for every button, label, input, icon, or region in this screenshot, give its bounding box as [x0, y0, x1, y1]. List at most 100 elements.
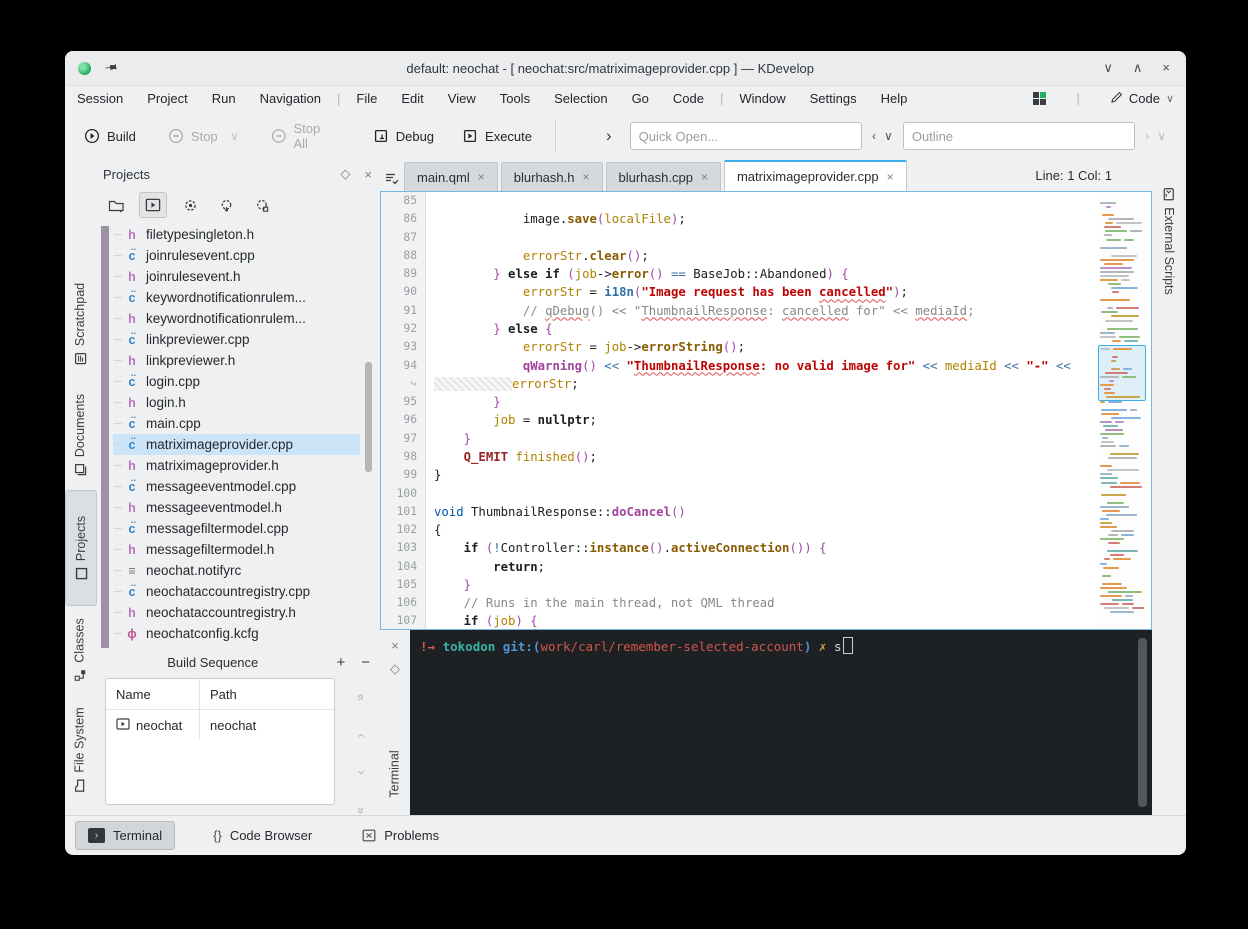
terminal-tab-label[interactable]: Terminal	[388, 750, 402, 797]
tree-item[interactable]: ≡neochat.notifyrc	[113, 560, 360, 581]
sidebar-tab-classes[interactable]: Classes	[65, 608, 95, 692]
menu-item-tools[interactable]: Tools	[500, 91, 530, 106]
column-header-path[interactable]: Path	[200, 687, 237, 702]
terminal-console[interactable]: !→ tokodon git:(work/carl/remember-selec…	[410, 630, 1152, 815]
menu-item-view[interactable]: View	[448, 91, 476, 106]
menu-item-edit[interactable]: Edit	[401, 91, 423, 106]
tree-item[interactable]: c̈linkpreviewer.cpp	[113, 329, 360, 350]
float-panel-icon[interactable]: ◇	[340, 166, 350, 182]
tree-item[interactable]: c̈joinrulesevent.cpp	[113, 245, 360, 266]
menu-item-go[interactable]: Go	[632, 91, 649, 106]
tab-close-icon[interactable]: ×	[887, 170, 894, 184]
tree-item[interactable]: c̈neochataccountregistry.cpp	[113, 581, 360, 602]
tab-close-icon[interactable]: ×	[478, 170, 485, 184]
tree-item[interactable]: c̈keywordnotificationrulem...	[113, 287, 360, 308]
editor-tab-blurhash.cpp[interactable]: blurhash.cpp×	[606, 162, 721, 191]
toolbar: Build Stop∨ Stop All Debug Execute › ‹∨ …	[65, 112, 1186, 160]
editor-tab-blurhash.h[interactable]: blurhash.h×	[501, 162, 603, 191]
tree-item[interactable]: hkeywordnotificationrulem...	[113, 308, 360, 329]
add-item-button[interactable]: +	[336, 654, 345, 671]
menu-item-selection[interactable]: Selection	[554, 91, 607, 106]
tab-close-icon[interactable]: ×	[701, 170, 708, 184]
menu-item-window[interactable]: Window	[739, 91, 785, 106]
configure-download-icon[interactable]	[213, 193, 239, 217]
build-sequence-row[interactable]: neochatneochat	[106, 710, 334, 740]
tree-item[interactable]: ɸneochatconfig.kcfg	[113, 623, 360, 644]
build-settings-icon[interactable]	[177, 193, 203, 217]
tree-item[interactable]: c̈main.cpp	[113, 413, 360, 434]
column-header-name[interactable]: Name	[106, 679, 200, 709]
menu-item-session[interactable]: Session	[77, 91, 123, 106]
tree-item[interactable]: hjoinrulesevent.h	[113, 266, 360, 287]
stop-button[interactable]: Stop∨	[159, 122, 248, 150]
menu-item-code[interactable]: Code	[673, 91, 704, 106]
menu-item-settings[interactable]: Settings	[810, 91, 857, 106]
terminal-close-icon[interactable]: ×	[380, 638, 410, 653]
tree-item[interactable]: hfiletypesingleton.h	[113, 224, 360, 245]
maximize-button[interactable]: ∧	[1133, 60, 1143, 76]
menu-item-file[interactable]: File	[356, 91, 377, 106]
configure-project-icon[interactable]	[249, 193, 275, 217]
editor-tab-main.qml[interactable]: main.qml×	[404, 162, 498, 191]
area-switcher-icon[interactable]	[1033, 92, 1046, 105]
line-number: 97	[381, 430, 425, 448]
move-up-button[interactable]: ‹	[355, 733, 370, 737]
statusbar-toggle-problems[interactable]: Problems	[350, 822, 451, 849]
sidebar-tab-scratchpad[interactable]: Scratchpad	[65, 272, 95, 376]
document-list-icon[interactable]	[380, 165, 404, 191]
tree-item[interactable]: c̈login.cpp	[113, 371, 360, 392]
move-bottom-button[interactable]: »	[354, 807, 369, 814]
sidebar-tab-projects[interactable]: Projects	[65, 490, 97, 606]
tree-item[interactable]: c̈messagefiltermodel.cpp	[113, 518, 360, 539]
next-icon[interactable]: ›	[1145, 129, 1149, 143]
execute-button[interactable]: Execute	[453, 122, 541, 150]
prev-icon[interactable]: ‹	[872, 129, 876, 143]
external-scripts-icon	[1163, 187, 1175, 201]
tab-close-icon[interactable]: ×	[582, 170, 589, 184]
close-panel-icon[interactable]: ×	[364, 167, 372, 182]
code-text: image.save(localFile);	[425, 210, 686, 228]
sidebar-tab-documents[interactable]: Documents	[65, 382, 95, 488]
perspective-label[interactable]: Code	[1129, 91, 1160, 106]
quick-open-input[interactable]	[630, 122, 862, 150]
build-button[interactable]: Build	[75, 122, 145, 150]
minimap[interactable]	[1098, 194, 1146, 626]
tree-item[interactable]: c̈messageeventmodel.cpp	[113, 476, 360, 497]
dropdown-icon[interactable]: ∨	[884, 129, 893, 143]
run-target-icon[interactable]	[139, 192, 167, 218]
terminal-scrollbar[interactable]	[1138, 638, 1147, 807]
debug-button[interactable]: Debug	[364, 122, 443, 150]
tree-item[interactable]: c̈matriximageprovider.cpp	[113, 434, 360, 455]
move-down-button[interactable]: ›	[355, 771, 370, 775]
statusbar-toggle-terminal[interactable]: ›Terminal	[75, 821, 175, 850]
stop-all-button[interactable]: Stop All	[262, 115, 346, 157]
menu-item-navigation[interactable]: Navigation	[260, 91, 321, 106]
tree-item[interactable]: hmatriximageprovider.h	[113, 455, 360, 476]
tree-item[interactable]: hneochataccountregistry.h	[113, 602, 360, 623]
tree-item[interactable]: hlinkpreviewer.h	[113, 350, 360, 371]
sidebar-tab-file-system[interactable]: File System	[65, 696, 95, 804]
outline-input[interactable]	[903, 122, 1135, 150]
tree-item[interactable]: hmessageeventmodel.h	[113, 497, 360, 518]
chevron-down-icon[interactable]: ∨	[1166, 92, 1174, 105]
statusbar-toggle-code-browser[interactable]: {}Code Browser	[201, 822, 324, 849]
close-button[interactable]: ×	[1162, 60, 1170, 76]
tree-item[interactable]: hlogin.h	[113, 392, 360, 413]
remove-item-button[interactable]: −	[361, 654, 370, 671]
menu-item-project[interactable]: Project	[147, 91, 187, 106]
open-project-icon[interactable]	[103, 193, 129, 217]
sidebar-tab-external-scripts[interactable]: External Scripts	[1152, 166, 1186, 316]
menu-item-help[interactable]: Help	[881, 91, 908, 106]
tree-item[interactable]: hmessagefiltermodel.h	[113, 539, 360, 560]
code-editor[interactable]: 8586 image.save(localFile);8788 errorStr…	[380, 191, 1152, 630]
tree-scrollbar[interactable]	[365, 362, 372, 472]
statusbar-toggle-label: Problems	[384, 828, 439, 843]
dropdown2-icon[interactable]: ∨	[1157, 129, 1166, 143]
menu-item-run[interactable]: Run	[212, 91, 236, 106]
expand-chevron-icon[interactable]: ›	[606, 126, 612, 146]
shade-button[interactable]: ∨	[1103, 60, 1113, 76]
move-top-button[interactable]: «	[354, 694, 369, 701]
editor-tab-matriximageprovider.cpp[interactable]: matriximageprovider.cpp×	[724, 160, 907, 191]
terminal-detach-icon[interactable]: ◇	[380, 661, 410, 677]
build-row-path: neochat	[200, 718, 256, 733]
